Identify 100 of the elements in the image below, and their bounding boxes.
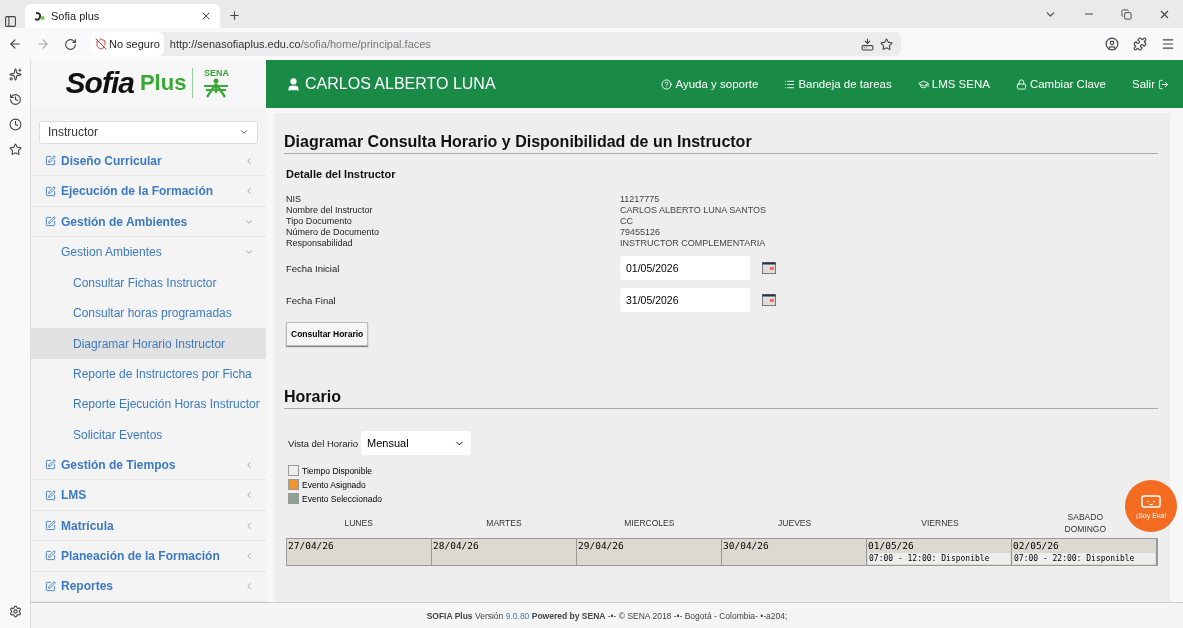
field-label: Tipo Documento	[286, 216, 353, 226]
reload-icon[interactable]	[64, 37, 77, 51]
account-icon[interactable]	[1105, 37, 1119, 51]
submenu-link[interactable]: Reporte Ejecución Horas Instructor	[31, 389, 266, 420]
day-header: LUNES	[343, 517, 374, 530]
edit-icon	[45, 459, 56, 471]
star-icon[interactable]	[880, 37, 893, 51]
submenu-link[interactable]: Reporte de Instructores por Ficha	[31, 358, 266, 390]
field-label: NIS	[286, 194, 302, 204]
new-tab-icon[interactable]	[228, 9, 241, 22]
menu-item[interactable]: Matrícula	[31, 510, 266, 542]
header-link[interactable]: LMS SENA	[917, 78, 990, 90]
close-icon[interactable]	[200, 10, 212, 22]
submenu-link[interactable]: Consultar horas programadas	[31, 298, 266, 329]
menu-item[interactable]: Ejecución de la Formación	[31, 176, 266, 207]
address-bar[interactable]: No seguro http://senasofiaplus.edu.co/sofia/home/principal.faces	[91, 32, 901, 56]
menu-icon[interactable]	[1161, 37, 1175, 51]
day-header: MIERCOLES	[623, 517, 676, 530]
star-icon[interactable]	[8, 143, 22, 156]
user-icon	[286, 76, 301, 92]
section-heading: Horario	[284, 388, 1158, 409]
header-link[interactable]: Cambiar Clave	[1015, 78, 1106, 90]
field-value: CC	[620, 216, 634, 226]
restore-icon[interactable]	[1121, 8, 1132, 20]
field-label: Responsabilidad	[286, 238, 354, 248]
date-field[interactable]: 01/05/2026	[620, 256, 750, 280]
header-link[interactable]: Bandeja de tareas	[784, 78, 892, 90]
user-name: CARLOS ALBERTO LUNA	[286, 75, 662, 93]
menu-item[interactable]: Diseño Curricular	[31, 145, 266, 177]
field-label: Fecha Final	[286, 294, 337, 306]
date-label: 28/04/26	[432, 538, 480, 552]
field-value: 11217775	[620, 194, 661, 204]
date-label: 01/05/26	[867, 538, 915, 552]
calendar-icon[interactable]	[762, 294, 776, 306]
chevron-left-icon	[244, 490, 254, 501]
day-header: SABADO DOMINGO	[1063, 512, 1108, 536]
submenu-link[interactable]: Diagramar Horario Instructor	[31, 328, 266, 359]
graduation-cap-icon	[917, 78, 929, 90]
logout-icon	[1158, 78, 1169, 90]
section-title: Detalle del Instructor	[286, 168, 397, 180]
menu-item[interactable]: Gestión de Ambientes	[31, 206, 266, 238]
date-label: 30/04/26	[722, 538, 770, 552]
calendar-icon[interactable]	[762, 262, 776, 274]
extensions-icon[interactable]	[1133, 37, 1147, 51]
url-text: http://senasofiaplus.edu.co/sofia/home/principal.faces	[169, 38, 432, 50]
submenu-item[interactable]: Gestion Ambientes	[31, 237, 266, 268]
date-field[interactable]: 31/05/2026	[620, 288, 750, 312]
edit-icon	[45, 216, 56, 227]
date-label: 27/04/26	[287, 538, 335, 552]
field-label: Vista del Horario	[288, 437, 359, 449]
day-header: VIERNES	[920, 517, 960, 530]
header-link[interactable]: Ayuda y soporte	[661, 78, 759, 90]
consult-button[interactable]: Consultar Horario	[286, 322, 369, 346]
role-select[interactable]: Instructor	[39, 120, 258, 144]
list-icon	[784, 78, 796, 90]
clock-icon[interactable]	[8, 118, 22, 131]
edit-icon	[45, 520, 56, 531]
field-label: Fecha Inicial	[286, 262, 341, 274]
chevron-left-icon	[244, 581, 254, 592]
version-link[interactable]: 9.0.80	[505, 610, 530, 621]
legend-label: Evento Seleccionado	[302, 493, 382, 504]
sparkle-icon[interactable]	[8, 68, 22, 81]
security-indicator[interactable]: No seguro	[91, 32, 164, 56]
edit-icon	[45, 580, 56, 592]
menu-item[interactable]: LMS	[31, 480, 266, 511]
browser-tab[interactable]: Sofia plus	[25, 4, 220, 28]
submenu-link[interactable]: Consultar Fichas Instructor	[31, 267, 266, 298]
edit-icon	[45, 155, 56, 167]
chevron-left-icon	[244, 550, 254, 561]
chevron-left-icon	[244, 520, 254, 531]
calendar-event[interactable]: 07:00 - 12:00: Disponible	[868, 552, 1010, 564]
legend-label: Evento Asignado	[302, 479, 366, 490]
calendar-event[interactable]: 07:00 - 22:00: Disponible	[1013, 552, 1155, 564]
field-label: Nombre del Instructor	[286, 205, 374, 215]
menu-item[interactable]: Planeación de la Formación	[31, 541, 266, 572]
field-value: CARLOS ALBERTO LUNA SANTOS	[620, 205, 768, 215]
submenu-link[interactable]: Solicitar Eventos	[31, 419, 266, 450]
field-value: INSTRUCTOR COMPLEMENTARIA	[620, 238, 767, 248]
lock-icon	[1015, 78, 1027, 90]
footer-text: SOFIA Plus Versión 9.0.80 Powered by SENA -•- © SENA 2018 -•- Bogotá - Colombia- •-a204;	[426, 610, 788, 621]
chevron-left-icon	[244, 186, 254, 197]
edit-icon	[45, 489, 56, 501]
day-header: JUEVES	[777, 517, 813, 530]
edit-icon	[45, 185, 56, 197]
settings-icon[interactable]	[8, 605, 22, 618]
page-title: Diagramar Consulta Horario y Disponibilidad de un Instructor	[284, 133, 1158, 154]
history-icon[interactable]	[8, 93, 22, 106]
robot-icon	[1140, 493, 1162, 510]
sidebar-icon[interactable]	[4, 15, 17, 28]
download-icon[interactable]	[861, 37, 874, 51]
field-label: Número de Documento	[286, 227, 381, 237]
favicon-icon	[33, 10, 45, 22]
chevron-left-icon	[244, 459, 254, 470]
help-icon	[661, 78, 673, 90]
header-link[interactable]: Salir	[1132, 78, 1169, 90]
date-label: 02/05/26	[1012, 538, 1060, 552]
view-select[interactable]: Mensual	[361, 431, 472, 455]
back-icon[interactable]	[8, 37, 22, 51]
chevron-left-icon	[244, 155, 254, 166]
menu-item[interactable]: Gestión de Tiempos	[31, 449, 266, 481]
